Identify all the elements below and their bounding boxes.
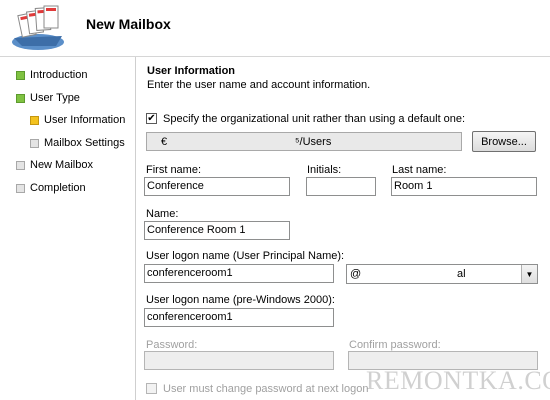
- step-pending-icon: [30, 138, 39, 148]
- confirm-password-label: Confirm password:: [349, 339, 441, 351]
- ou-path-field: € ⁵/Users: [146, 132, 462, 151]
- step-label: Completion: [30, 182, 86, 194]
- pre2000-label: User logon name (pre-Windows 2000):: [146, 294, 335, 306]
- wizard-title: New Mailbox: [86, 16, 171, 32]
- ou-checkbox[interactable]: ✔: [146, 113, 157, 124]
- step-label: New Mailbox: [30, 159, 93, 171]
- must-change-password-label: User must change password at next logon: [163, 383, 369, 395]
- upn-field[interactable]: conferenceroom1: [144, 264, 334, 283]
- initials-label: Initials:: [307, 164, 342, 176]
- wizard-header: New Mailbox: [0, 0, 550, 56]
- first-name-field[interactable]: Conference: [144, 177, 290, 196]
- user-information-page: User Information Enter the user name and…: [136, 57, 550, 400]
- name-field[interactable]: Conference Room 1: [144, 221, 290, 240]
- domain-at-sign: @: [350, 268, 362, 280]
- section-title: User Information: [147, 65, 236, 77]
- step-label: Introduction: [30, 69, 88, 81]
- step-current-icon: [30, 115, 39, 125]
- step-mailbox-settings[interactable]: Mailbox Settings: [30, 135, 125, 151]
- step-introduction[interactable]: Introduction: [16, 67, 87, 83]
- step-label: User Type: [30, 92, 80, 104]
- section-description: Enter the user name and account informat…: [147, 79, 371, 91]
- must-change-password-checkbox[interactable]: [146, 383, 157, 394]
- ou-path-value: ⁵/Users: [295, 136, 332, 148]
- password-label: Password:: [146, 339, 198, 351]
- watermark: REMONTKA.COM: [366, 366, 550, 395]
- name-label: Name:: [146, 208, 179, 220]
- step-label: User Information: [44, 114, 126, 126]
- browse-button[interactable]: Browse...: [472, 131, 536, 152]
- pre2000-field[interactable]: conferenceroom1: [144, 308, 334, 327]
- step-pending-icon: [16, 183, 25, 193]
- ou-checkbox-label: Specify the organizational unit rather t…: [163, 113, 466, 125]
- step-completion[interactable]: Completion: [16, 180, 86, 196]
- upn-domain-dropdown[interactable]: @ al ▼: [346, 264, 538, 284]
- domain-suffix: al: [457, 268, 466, 280]
- chevron-down-icon[interactable]: ▼: [521, 265, 537, 283]
- step-new-mailbox[interactable]: New Mailbox: [16, 157, 93, 173]
- step-user-information[interactable]: User Information: [30, 112, 125, 128]
- step-complete-icon: [16, 70, 25, 80]
- ou-path-prefix: €: [161, 136, 168, 148]
- step-user-type[interactable]: User Type: [16, 90, 80, 106]
- step-label: Mailbox Settings: [44, 137, 125, 149]
- initials-field[interactable]: [306, 177, 376, 196]
- password-field[interactable]: [144, 351, 334, 370]
- step-complete-icon: [16, 93, 25, 103]
- step-pending-icon: [16, 160, 25, 170]
- last-name-field[interactable]: Room 1: [391, 177, 537, 196]
- mailbox-stack-icon: [12, 5, 64, 50]
- last-name-label: Last name:: [392, 164, 447, 176]
- wizard-steps-pane: Introduction User Type User Information …: [0, 57, 135, 400]
- first-name-label: First name:: [146, 164, 202, 176]
- upn-label: User logon name (User Principal Name):: [146, 250, 345, 262]
